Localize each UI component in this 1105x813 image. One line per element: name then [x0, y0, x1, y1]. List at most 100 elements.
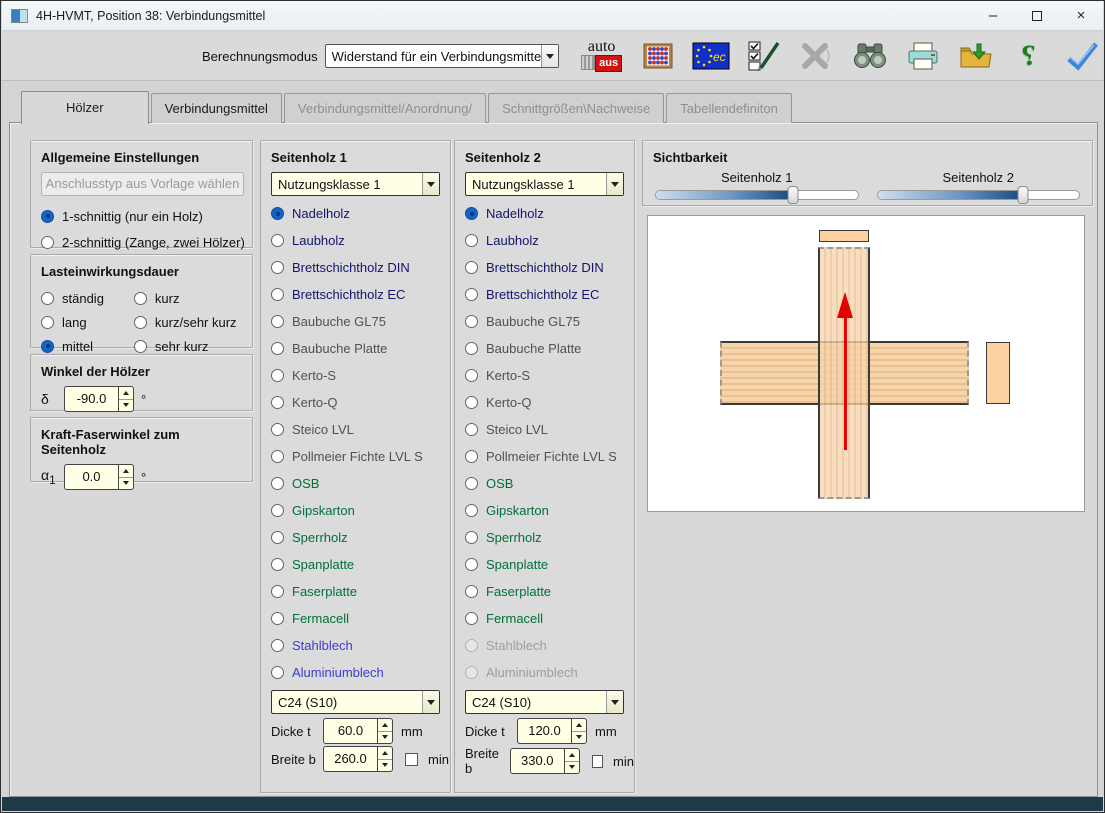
visibility-slider-seitenholz-1[interactable]: [655, 190, 859, 200]
radio-icon[interactable]: [134, 316, 147, 329]
option-fermacell[interactable]: Fermacell: [271, 605, 450, 632]
radio-icon[interactable]: [271, 288, 284, 301]
option-gipskarton[interactable]: Gipskarton: [271, 497, 450, 524]
radio-icon[interactable]: [271, 612, 284, 625]
option-kerto-s[interactable]: Kerto-S: [465, 362, 634, 389]
radio-icon[interactable]: [41, 292, 54, 305]
service-class-select[interactable]: Nutzungsklasse 1: [465, 172, 624, 196]
option-pollmeier-fichte-lvl-s[interactable]: Pollmeier Fichte LVL S: [465, 443, 634, 470]
option-nadelholz[interactable]: Nadelholz: [271, 200, 450, 227]
radio-icon[interactable]: [465, 288, 478, 301]
spin-up-button[interactable]: [119, 465, 133, 478]
strength-grade-select[interactable]: C24 (S10): [271, 690, 440, 714]
option-brettschichtholz-ec[interactable]: Brettschichtholz EC: [271, 281, 450, 308]
option-kerto-q[interactable]: Kerto-Q: [271, 389, 450, 416]
print-button[interactable]: [905, 38, 941, 74]
option-spanplatte[interactable]: Spanplatte: [271, 551, 450, 578]
spin-up-button[interactable]: [378, 719, 392, 732]
min-checkbox[interactable]: [405, 753, 418, 766]
option-spanplatte[interactable]: Spanplatte: [465, 551, 634, 578]
help-button[interactable]: ?: [1011, 38, 1047, 74]
check-edit-button[interactable]: [746, 38, 782, 74]
radio-icon[interactable]: [465, 315, 478, 328]
option-kerto-s[interactable]: Kerto-S: [271, 362, 450, 389]
option-aluminiumblech[interactable]: Aluminiumblech: [271, 659, 450, 686]
option-baubuche-platte[interactable]: Baubuche Platte: [465, 335, 634, 362]
option-1-schnittig-nur-ein-holz[interactable]: 1-schnittig (nur ein Holz): [41, 203, 252, 229]
radio-icon[interactable]: [465, 585, 478, 598]
alpha-value[interactable]: 0.0: [64, 464, 118, 490]
radio-icon[interactable]: [465, 531, 478, 544]
option-pollmeier-fichte-lvl-s[interactable]: Pollmeier Fichte LVL S: [271, 443, 450, 470]
slider-thumb[interactable]: [1017, 186, 1028, 204]
width-value[interactable]: 260.0: [323, 746, 377, 772]
minimize-button[interactable]: –: [971, 1, 1015, 30]
radio-icon[interactable]: [271, 504, 284, 517]
option-brettschichtholz-din[interactable]: Brettschichtholz DIN: [465, 254, 634, 281]
option-faserplatte[interactable]: Faserplatte: [465, 578, 634, 605]
radio-icon[interactable]: [465, 504, 478, 517]
radio-icon[interactable]: [465, 234, 478, 247]
service-class-select[interactable]: Nutzungsklasse 1: [271, 172, 440, 196]
radio-icon[interactable]: [271, 531, 284, 544]
radio-icon[interactable]: [271, 234, 284, 247]
option-laubholz[interactable]: Laubholz: [271, 227, 450, 254]
option-stahlblech[interactable]: Stahlblech: [271, 632, 450, 659]
tab-hölzer[interactable]: Hölzer: [21, 91, 149, 124]
radio-icon[interactable]: [271, 396, 284, 409]
option-baubuche-gl75[interactable]: Baubuche GL75: [465, 308, 634, 335]
thickness-value[interactable]: 120.0: [517, 718, 571, 744]
radio-icon[interactable]: [271, 477, 284, 490]
radio-icon[interactable]: [465, 477, 478, 490]
radio-icon[interactable]: [271, 261, 284, 274]
option-kurz[interactable]: kurz: [134, 286, 237, 310]
radio-icon[interactable]: [271, 423, 284, 436]
spin-down-button[interactable]: [378, 760, 392, 772]
option-osb[interactable]: OSB: [465, 470, 634, 497]
radio-icon[interactable]: [271, 450, 284, 463]
eurocode-ec-button[interactable]: ec: [693, 38, 729, 74]
option-baubuche-gl75[interactable]: Baubuche GL75: [271, 308, 450, 335]
spin-up-button[interactable]: [378, 747, 392, 760]
option-faserplatte[interactable]: Faserplatte: [271, 578, 450, 605]
maximize-button[interactable]: [1015, 1, 1059, 30]
radio-icon[interactable]: [134, 340, 147, 353]
delta-value[interactable]: -90.0: [64, 386, 118, 412]
option-gipskarton[interactable]: Gipskarton: [465, 497, 634, 524]
option-steico-lvl[interactable]: Steico LVL: [271, 416, 450, 443]
spin-down-button[interactable]: [378, 732, 392, 744]
option-brettschichtholz-din[interactable]: Brettschichtholz DIN: [271, 254, 450, 281]
option-fermacell[interactable]: Fermacell: [465, 605, 634, 632]
radio-icon[interactable]: [465, 450, 478, 463]
radio-icon[interactable]: [41, 210, 54, 223]
radio-icon[interactable]: [271, 585, 284, 598]
option-sperrholz[interactable]: Sperrholz: [271, 524, 450, 551]
option-osb[interactable]: OSB: [271, 470, 450, 497]
option-steico-lvl[interactable]: Steico LVL: [465, 416, 634, 443]
option-nadelholz[interactable]: Nadelholz: [465, 200, 634, 227]
close-button[interactable]: ×: [1059, 1, 1103, 30]
spin-down-button[interactable]: [119, 400, 133, 412]
strength-grade-select[interactable]: C24 (S10): [465, 690, 624, 714]
spin-up-button[interactable]: [565, 749, 579, 762]
auto-aus-toggle-button[interactable]: auto aus: [581, 38, 623, 74]
radio-icon[interactable]: [41, 316, 54, 329]
radio-icon[interactable]: [465, 369, 478, 382]
confirm-button[interactable]: [1064, 38, 1100, 74]
slider-thumb[interactable]: [788, 186, 799, 204]
radio-icon[interactable]: [465, 612, 478, 625]
radio-icon[interactable]: [465, 342, 478, 355]
option-brettschichtholz-ec[interactable]: Brettschichtholz EC: [465, 281, 634, 308]
option-sperrholz[interactable]: Sperrholz: [465, 524, 634, 551]
radio-icon[interactable]: [271, 315, 284, 328]
option-ständig[interactable]: ständig: [41, 286, 104, 310]
visibility-slider-seitenholz-2[interactable]: [877, 190, 1081, 200]
abacus-button[interactable]: [640, 38, 676, 74]
radio-icon[interactable]: [271, 666, 284, 679]
radio-icon[interactable]: [271, 369, 284, 382]
spin-down-button[interactable]: [119, 478, 133, 490]
radio-icon[interactable]: [271, 639, 284, 652]
option-baubuche-platte[interactable]: Baubuche Platte: [271, 335, 450, 362]
option-2-schnittig-zange-zwei-hölzer[interactable]: 2-schnittig (Zange, zwei Hölzer): [41, 229, 252, 255]
radio-icon[interactable]: [134, 292, 147, 305]
